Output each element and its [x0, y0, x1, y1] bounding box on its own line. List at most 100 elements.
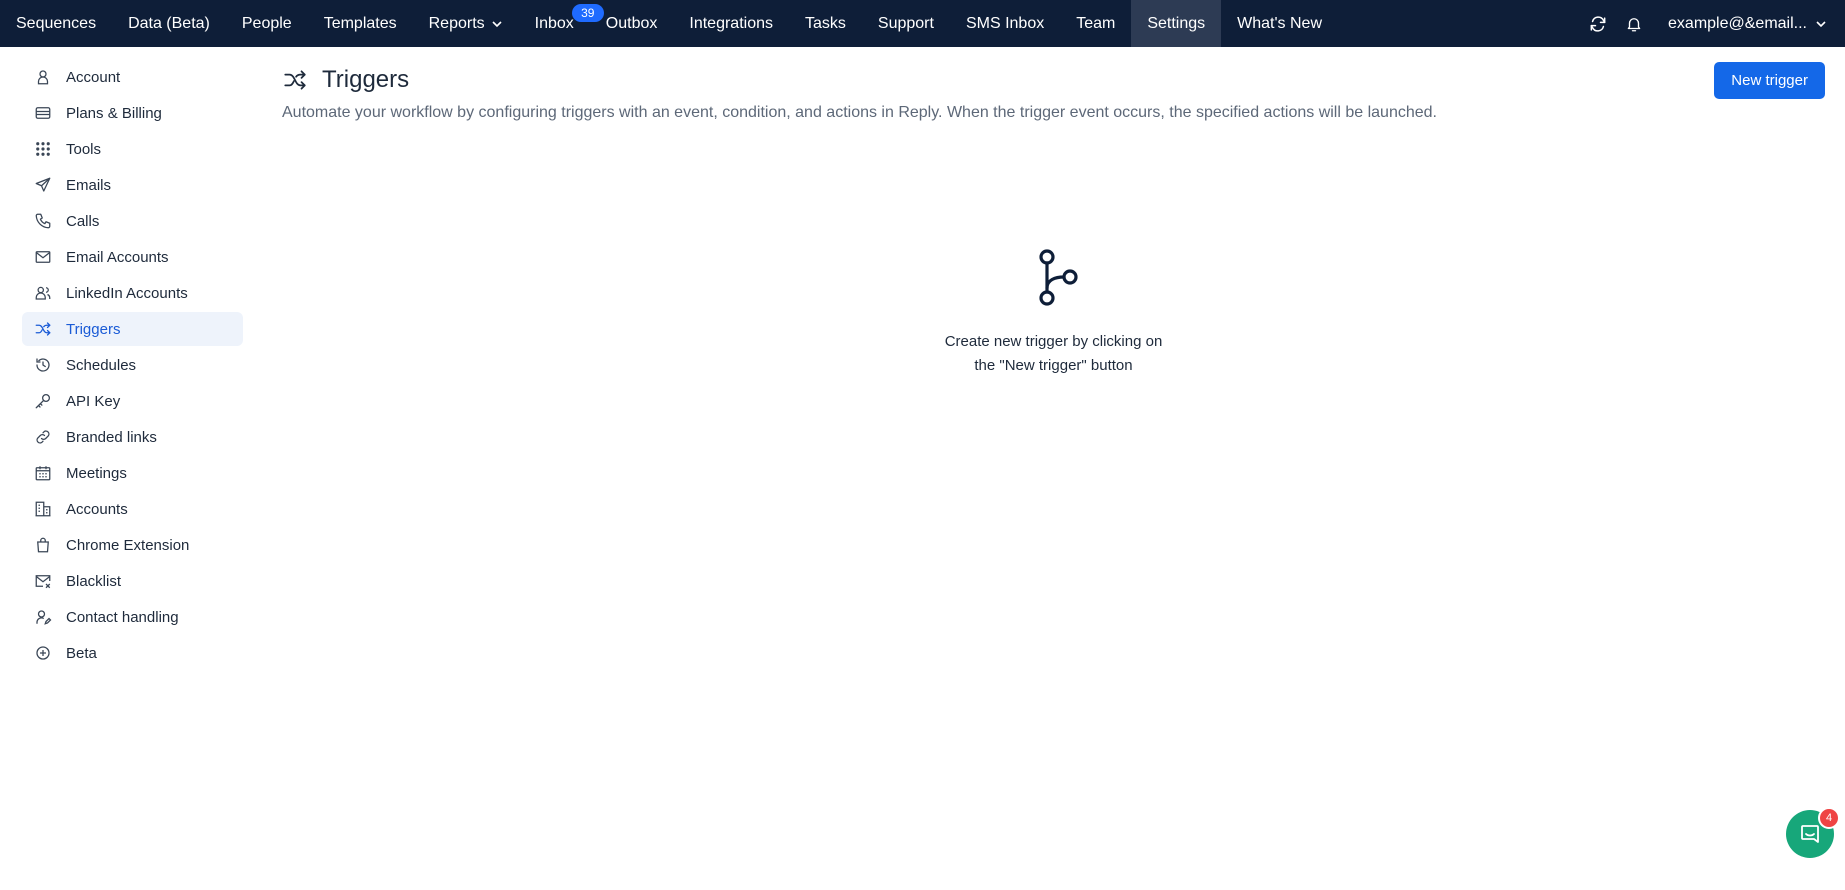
user-edit-icon — [34, 608, 52, 626]
nav-settings[interactable]: Settings — [1131, 0, 1222, 47]
page-header: Triggers — [282, 60, 1825, 100]
sidebar-item-label: Plans & Billing — [66, 104, 162, 122]
sidebar-item-label: Account — [66, 68, 121, 86]
history-icon — [34, 356, 52, 374]
sidebar-item-contact-handling[interactable]: Contact handling — [22, 600, 243, 634]
sidebar-item-label: API Key — [66, 392, 121, 410]
chevron-down-icon — [491, 18, 503, 30]
chat-launcher-button[interactable]: 4 — [1786, 807, 1840, 858]
phone-icon — [34, 212, 52, 230]
nav-label: People — [241, 14, 292, 32]
calendar-icon — [34, 464, 52, 482]
nav-label: Tasks — [805, 14, 846, 32]
empty-state: Create new trigger by clicking on the "N… — [282, 248, 1825, 378]
nav-label: What's New — [1237, 14, 1323, 32]
sidebar-item-label: Chrome Extension — [66, 536, 190, 554]
mail-icon — [34, 248, 52, 266]
nav-outbox[interactable]: Outbox — [600, 0, 674, 47]
sidebar-item-plans-billing[interactable]: Plans & Billing — [22, 96, 243, 130]
page-description: Automate your workflow by configuring tr… — [282, 104, 1437, 121]
sidebar-item-accounts[interactable]: Accounts — [22, 492, 243, 526]
nav-whats-new[interactable]: What's New — [1221, 0, 1338, 47]
nav-data-beta[interactable]: Data (Beta) — [112, 0, 226, 47]
top-navigation: Sequences Data (Beta) People Templates R… — [0, 0, 1845, 47]
sidebar-item-label: Branded links — [66, 428, 157, 446]
nav-right-group: example@&email... — [1580, 0, 1845, 47]
nav-label: Integrations — [689, 14, 773, 32]
sidebar-item-label: Blacklist — [66, 572, 122, 590]
nav-support[interactable]: Support — [862, 0, 950, 47]
link-icon — [34, 428, 52, 446]
nav-templates[interactable]: Templates — [308, 0, 413, 47]
nav-reports[interactable]: Reports — [413, 0, 519, 47]
sidebar-item-label: Meetings — [66, 464, 127, 482]
sidebar-item-label: Tools — [66, 140, 102, 158]
sidebar-item-beta[interactable]: Beta — [22, 636, 243, 670]
nav-label: Settings — [1147, 14, 1206, 32]
sidebar-item-meetings[interactable]: Meetings — [22, 456, 243, 490]
key-icon — [34, 392, 52, 410]
nav-label: Reports — [428, 14, 485, 32]
sidebar-item-schedules[interactable]: Schedules — [22, 348, 243, 382]
user-email: example@&email... — [1668, 14, 1807, 32]
users-icon — [34, 284, 52, 302]
sidebar-item-chrome-extension[interactable]: Chrome Extension — [22, 528, 243, 562]
mail-block-icon — [34, 572, 52, 590]
nav-people[interactable]: People — [226, 0, 308, 47]
sidebar-item-tools[interactable]: Tools — [22, 132, 243, 166]
sidebar-item-label: Contact handling — [66, 608, 179, 626]
sidebar-item-account[interactable]: Account — [22, 60, 243, 94]
nav-label: SMS Inbox — [965, 14, 1045, 32]
nav-team[interactable]: Team — [1060, 0, 1131, 47]
sidebar-item-calls[interactable]: Calls — [22, 204, 243, 238]
branch-icon — [1038, 249, 1078, 306]
sidebar-item-triggers[interactable]: Triggers — [22, 312, 243, 346]
sidebar-item-emails[interactable]: Emails — [22, 168, 243, 202]
bell-icon[interactable] — [1616, 0, 1652, 47]
building-icon — [34, 500, 52, 518]
sidebar-item-label: Email Accounts — [66, 248, 169, 266]
sidebar-item-label: Accounts — [66, 500, 128, 518]
plus-circle-icon — [34, 644, 52, 662]
refresh-icon[interactable] — [1580, 0, 1616, 47]
sidebar-item-label: Emails — [66, 176, 112, 194]
send-icon — [34, 176, 52, 194]
shopping-bag-icon — [34, 536, 52, 554]
nav-label: Outbox — [605, 14, 658, 32]
sidebar-item-label: LinkedIn Accounts — [66, 284, 188, 302]
sidebar-item-api-key[interactable]: API Key — [22, 384, 243, 418]
credit-card-icon — [34, 104, 52, 122]
nav-tasks[interactable]: Tasks — [789, 0, 862, 47]
sidebar-item-label: Triggers — [66, 320, 121, 338]
sidebar-item-email-accounts[interactable]: Email Accounts — [22, 240, 243, 274]
nav-integrations[interactable]: Integrations — [673, 0, 789, 47]
sidebar-item-linkedin-accounts[interactable]: LinkedIn Accounts — [22, 276, 243, 310]
nav-label: Templates — [323, 14, 397, 32]
user-menu[interactable]: example@&email... — [1652, 15, 1845, 33]
empty-state-line: Create new trigger by clicking on — [944, 333, 1163, 350]
chat-icon — [1801, 825, 1819, 843]
new-trigger-button[interactable]: New trigger — [1714, 62, 1825, 99]
nav-sms-inbox[interactable]: SMS Inbox — [950, 0, 1060, 47]
sidebar-item-label: Calls — [66, 212, 100, 230]
main-content: Triggers Automate your workflow by confi… — [282, 60, 1825, 374]
nav-label: Team — [1076, 14, 1116, 32]
chat-notification-badge: 4 — [1818, 807, 1840, 829]
user-icon — [34, 68, 52, 86]
shuffle-icon — [34, 320, 52, 338]
sidebar-item-label: Schedules — [66, 356, 137, 374]
nav-label: Data (Beta) — [128, 14, 210, 32]
nav-label: Sequences — [16, 14, 97, 32]
nav-sequences[interactable]: Sequences — [0, 0, 112, 47]
empty-state-text: Create new trigger by clicking on the "N… — [282, 330, 1825, 378]
nav-label: Support — [877, 14, 934, 32]
chevron-down-icon — [1815, 18, 1827, 30]
page-title: Triggers — [322, 66, 410, 93]
empty-state-line: the "New trigger" button — [974, 357, 1133, 374]
sidebar-item-blacklist[interactable]: Blacklist — [22, 564, 243, 598]
sidebar-item-branded-links[interactable]: Branded links — [22, 420, 243, 454]
grid-dots-icon — [34, 140, 52, 158]
sidebar-item-label: Beta — [66, 644, 97, 662]
nav-inbox[interactable]: Inbox 39 — [519, 0, 604, 47]
shuffle-icon — [282, 67, 308, 93]
